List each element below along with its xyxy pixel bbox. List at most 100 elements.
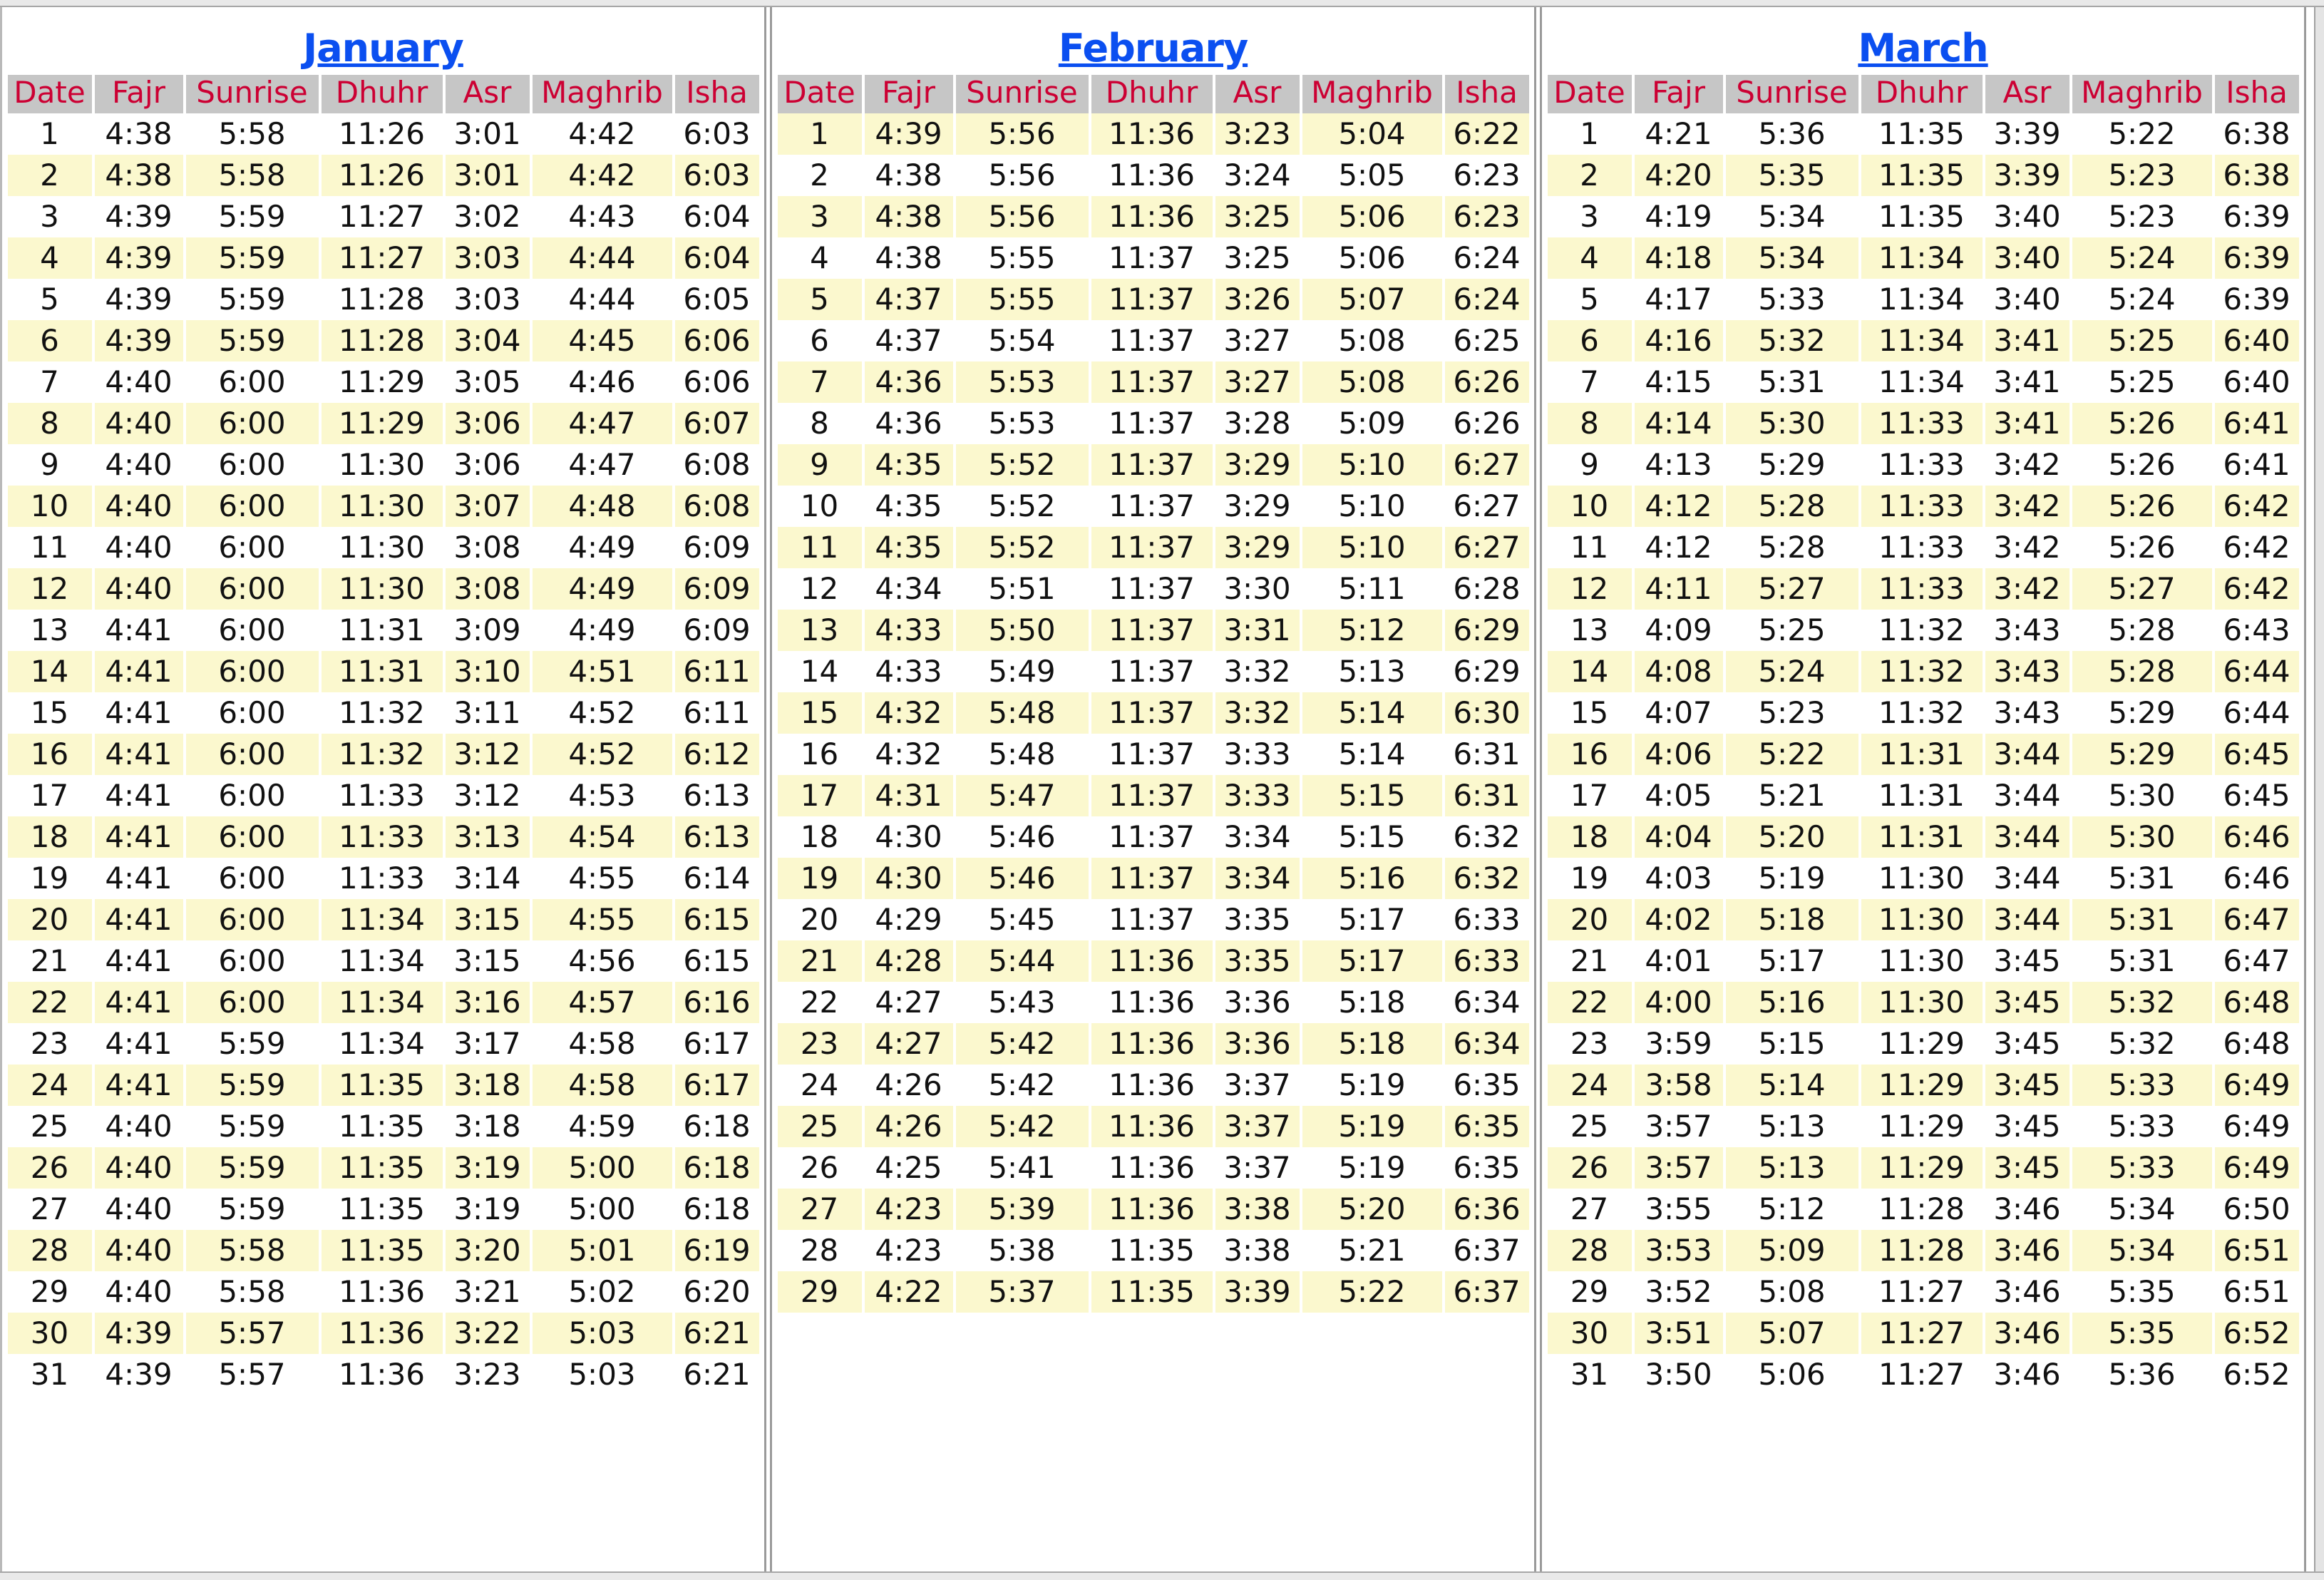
- month-title-link[interactable]: February: [1059, 26, 1248, 71]
- cell-maghrib: 4:55: [532, 858, 672, 899]
- cell-date: 24: [777, 1065, 862, 1106]
- cell-isha: 6:29: [1444, 610, 1529, 651]
- cell-dhuhr: 11:30: [1861, 940, 1983, 982]
- vertical-scrollbar[interactable]: [2314, 7, 2324, 1571]
- cell-fajr: 4:40: [94, 486, 183, 527]
- cell-maghrib: 5:19: [1302, 1106, 1442, 1147]
- cell-fajr: 4:26: [864, 1106, 953, 1147]
- column-header-sunrise: Sunrise: [1725, 75, 1858, 113]
- table-row: 7 4:40 6:00 11:29 3:05 4:46 6:06: [7, 361, 759, 403]
- cell-maghrib: 5:00: [532, 1189, 672, 1230]
- cell-dhuhr: 11:35: [321, 1189, 443, 1230]
- cell-isha: 6:50: [2214, 1189, 2299, 1230]
- cell-dhuhr: 11:35: [1861, 196, 1983, 237]
- cell-asr: 3:15: [445, 940, 530, 982]
- cell-asr: 3:27: [1215, 361, 1300, 403]
- cell-dhuhr: 11:32: [321, 734, 443, 775]
- cell-isha: 6:13: [674, 775, 759, 816]
- cell-asr: 3:27: [1215, 320, 1300, 361]
- cell-fajr: 4:29: [864, 899, 953, 940]
- cell-maghrib: 5:03: [532, 1354, 672, 1395]
- cell-date: 15: [7, 692, 92, 734]
- cell-asr: 3:33: [1215, 775, 1300, 816]
- cell-isha: 6:27: [1444, 486, 1529, 527]
- cell-asr: 3:42: [1985, 527, 2070, 568]
- cell-maghrib: 5:30: [2072, 775, 2212, 816]
- cell-fajr: 4:40: [94, 403, 183, 444]
- table-row: 11 4:12 5:28 11:33 3:42 5:26 6:42: [1547, 527, 2299, 568]
- cell-sunrise: 5:49: [955, 651, 1089, 692]
- cell-date: 23: [1547, 1023, 1632, 1065]
- cell-maghrib: 5:19: [1302, 1147, 1442, 1189]
- cell-maghrib: 5:25: [2072, 361, 2212, 403]
- cell-dhuhr: 11:36: [1091, 155, 1213, 196]
- cell-isha: 6:49: [2214, 1106, 2299, 1147]
- cell-dhuhr: 11:37: [1091, 320, 1213, 361]
- cell-sunrise: 5:53: [955, 361, 1089, 403]
- column-header-asr: Asr: [1985, 75, 2070, 113]
- cell-asr: 3:45: [1985, 1147, 2070, 1189]
- cell-isha: 6:04: [674, 237, 759, 279]
- cell-sunrise: 5:28: [1725, 486, 1858, 527]
- cell-asr: 3:01: [445, 155, 530, 196]
- cell-date: 27: [7, 1189, 92, 1230]
- cell-isha: 6:05: [674, 279, 759, 320]
- cell-dhuhr: 11:34: [321, 982, 443, 1023]
- cell-isha: 6:39: [2214, 279, 2299, 320]
- window-frame-top: [0, 0, 2324, 7]
- month-title-link[interactable]: January: [303, 26, 464, 71]
- cell-date: 15: [777, 692, 862, 734]
- cell-date: 2: [777, 155, 862, 196]
- cell-sunrise: 5:24: [1725, 651, 1858, 692]
- cell-sunrise: 5:48: [955, 692, 1089, 734]
- cell-fajr: 4:22: [864, 1271, 953, 1313]
- cell-asr: 3:36: [1215, 982, 1300, 1023]
- cell-fajr: 4:15: [1634, 361, 1723, 403]
- cell-isha: 6:33: [1444, 940, 1529, 982]
- column-header-fajr: Fajr: [94, 75, 183, 113]
- cell-isha: 6:03: [674, 155, 759, 196]
- cell-fajr: 4:02: [1634, 899, 1723, 940]
- cell-sunrise: 5:37: [955, 1271, 1089, 1313]
- cell-sunrise: 6:00: [185, 899, 319, 940]
- cell-maghrib: 5:31: [2072, 940, 2212, 982]
- cell-fajr: 4:03: [1634, 858, 1723, 899]
- cell-dhuhr: 11:30: [1861, 899, 1983, 940]
- cell-fajr: 4:14: [1634, 403, 1723, 444]
- cell-isha: 6:17: [674, 1065, 759, 1106]
- cell-asr: 3:09: [445, 610, 530, 651]
- cell-fajr: 4:41: [94, 734, 183, 775]
- cell-maghrib: 4:48: [532, 486, 672, 527]
- cell-isha: 6:06: [674, 361, 759, 403]
- cell-isha: 6:47: [2214, 899, 2299, 940]
- cell-maghrib: 5:28: [2072, 651, 2212, 692]
- cell-isha: 6:08: [674, 486, 759, 527]
- table-row: 3 4:39 5:59 11:27 3:02 4:43 6:04: [7, 196, 759, 237]
- cell-isha: 6:21: [674, 1354, 759, 1395]
- cell-maghrib: 5:15: [1302, 816, 1442, 858]
- cell-isha: 6:27: [1444, 527, 1529, 568]
- cell-asr: 3:15: [445, 899, 530, 940]
- cell-dhuhr: 11:27: [1861, 1313, 1983, 1354]
- cell-sunrise: 5:43: [955, 982, 1089, 1023]
- column-header-fajr: Fajr: [1634, 75, 1723, 113]
- cell-date: 5: [1547, 279, 1632, 320]
- cell-sunrise: 5:52: [955, 486, 1089, 527]
- cell-asr: 3:28: [1215, 403, 1300, 444]
- month-title-link[interactable]: March: [1858, 26, 1988, 71]
- table-row: 1 4:21 5:36 11:35 3:39 5:22 6:38: [1547, 113, 2299, 155]
- cell-date: 10: [1547, 486, 1632, 527]
- cell-isha: 6:25: [1444, 320, 1529, 361]
- cell-fajr: 4:28: [864, 940, 953, 982]
- table-row: 10 4:40 6:00 11:30 3:07 4:48 6:08: [7, 486, 759, 527]
- prayer-times-table: Date Fajr Sunrise Dhuhr Asr Maghrib Isha 1 4:21 5…: [1545, 75, 2302, 1395]
- cell-isha: 6:37: [1444, 1230, 1529, 1271]
- cell-sunrise: 5:58: [185, 113, 319, 155]
- cell-isha: 6:49: [2214, 1147, 2299, 1189]
- cell-isha: 6:41: [2214, 403, 2299, 444]
- cell-isha: 6:08: [674, 444, 759, 486]
- cell-dhuhr: 11:37: [1091, 775, 1213, 816]
- cell-isha: 6:49: [2214, 1065, 2299, 1106]
- table-header-row: Date Fajr Sunrise Dhuhr Asr Maghrib Isha: [777, 75, 1529, 113]
- cell-isha: 6:15: [674, 940, 759, 982]
